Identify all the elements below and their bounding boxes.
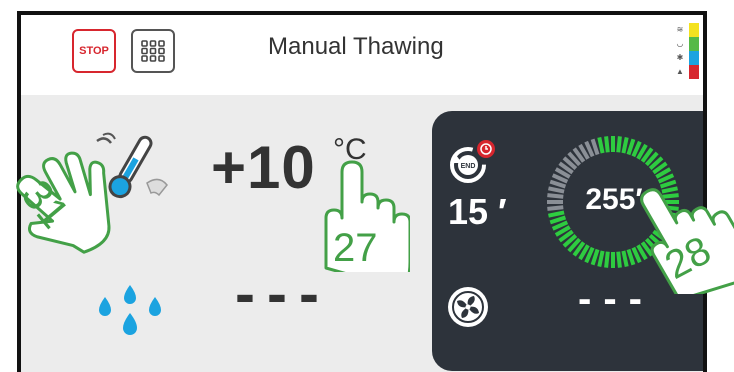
ring-tick (616, 136, 622, 153)
humidity-value[interactable]: --- (235, 259, 331, 328)
legend-swatch-blue (689, 51, 699, 65)
ring-tick (549, 179, 567, 189)
ring-tick (547, 193, 564, 199)
svg-text:END: END (461, 163, 476, 170)
ring-tick (616, 251, 622, 268)
legend-swatch-red (689, 65, 699, 79)
legend-swatch-green (689, 37, 699, 51)
ring-tick (590, 138, 600, 156)
end-time-value[interactable]: 15 ′ (448, 191, 507, 233)
flame-mode-icon: ▲ (676, 67, 684, 76)
ring-tick (590, 248, 600, 266)
ring-tick (548, 186, 565, 194)
end-timer-icon[interactable]: END (448, 139, 496, 187)
grid-menu-icon (141, 40, 165, 62)
ring-tick (547, 205, 564, 211)
temperature-value[interactable]: +10 (211, 133, 316, 202)
stop-button[interactable]: STOP (72, 29, 116, 73)
ring-tick (604, 251, 610, 268)
ring-tick (626, 138, 636, 156)
ring-tick (548, 210, 565, 218)
legend-swatch-yellow (689, 23, 699, 37)
ring-tick (604, 136, 610, 153)
water-drops-icon[interactable] (95, 283, 165, 339)
page-title: Manual Thawing (268, 33, 444, 60)
hand-pointer-icon (16, 151, 111, 254)
header-bar: STOP Manual Thawing ≋ ◡ ✱ ▲ (21, 15, 703, 95)
ring-tick (621, 250, 629, 267)
heat-mode-icon: ≋ (676, 25, 684, 34)
ring-tick (549, 215, 567, 225)
grid-menu-button[interactable] (131, 29, 175, 73)
hand-2-label: 27 (333, 226, 378, 270)
ring-tick (597, 137, 605, 154)
cold-mode-icon: ✱ (676, 53, 684, 62)
steam-mode-icon: ◡ (676, 39, 684, 48)
mode-legend: ≋ ◡ ✱ ▲ (669, 23, 699, 79)
fan-icon (452, 291, 484, 323)
fan-button[interactable] (448, 287, 488, 327)
ring-tick (621, 137, 629, 154)
ring-tick (597, 250, 605, 267)
